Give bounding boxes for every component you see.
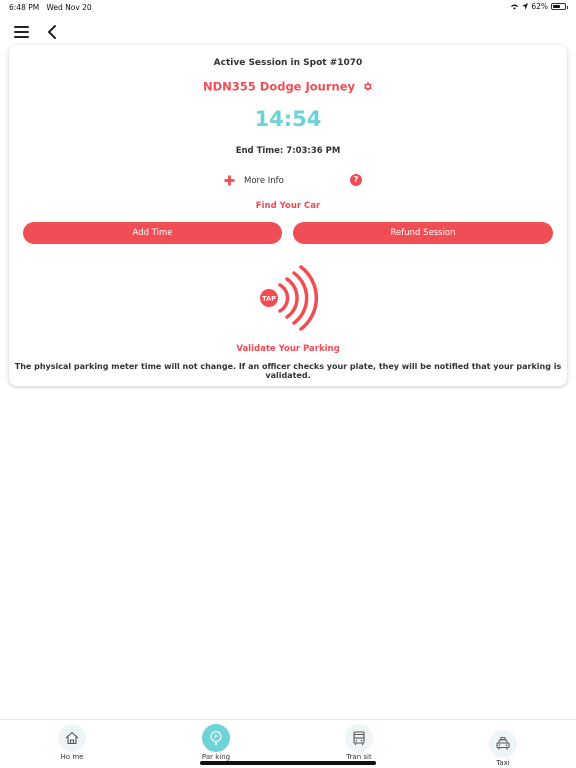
chevron-left-icon[interactable]: [46, 23, 58, 41]
tab-parking-label: Par king: [201, 753, 231, 761]
plus-icon[interactable]: [224, 175, 235, 186]
tab-taxi[interactable]: Taxi: [486, 730, 520, 768]
tab-transit-label: Tran sit: [346, 753, 372, 761]
active-session-card: Active Session in Spot #1070 NDN355 Dodg…: [9, 45, 567, 386]
status-clock: 6:48 PM: [9, 3, 40, 12]
battery-icon: [551, 3, 568, 10]
end-time-value: 7:03:36 PM: [286, 146, 341, 156]
wifi-icon: [511, 4, 519, 10]
vehicle-row: NDN355 Dodge Journey: [9, 79, 567, 94]
more-info-row[interactable]: More Info ?: [9, 174, 567, 188]
battery-percent: 62%: [531, 2, 548, 11]
refund-session-button[interactable]: Refund Session: [293, 222, 553, 244]
status-indicators: 62%: [510, 2, 568, 11]
home-indicator[interactable]: [200, 761, 376, 765]
bus-icon: [345, 724, 373, 752]
session-timer: 14:54: [254, 107, 322, 131]
home-icon: [58, 724, 86, 752]
validate-note: The physical parking meter time will not…: [14, 362, 562, 380]
tab-taxi-label: Taxi: [496, 759, 510, 767]
help-icon[interactable]: ?: [350, 174, 362, 186]
validate-parking-link[interactable]: Validate Your Parking: [9, 344, 567, 354]
taxi-icon: [489, 730, 517, 758]
vehicle-name: NDN355 Dodge Journey: [202, 79, 356, 94]
tap-to-validate-icon[interactable]: TAP: [258, 263, 319, 333]
find-your-car-link[interactable]: Find Your Car: [9, 201, 567, 211]
session-title: Active Session in Spot #1070: [213, 58, 363, 68]
add-time-button[interactable]: Add Time: [23, 222, 282, 244]
end-time: End Time: 7:03:36 PM: [9, 146, 567, 156]
gear-icon[interactable]: [362, 81, 373, 92]
parking-meter-icon: P: [202, 724, 230, 752]
status-time: 6:48 PM Wed Nov 20: [9, 3, 92, 12]
status-bar: 6:48 PM Wed Nov 20 62%: [0, 0, 576, 16]
hamburger-menu-icon[interactable]: [14, 25, 30, 39]
status-date: Wed Nov 20: [46, 3, 92, 12]
more-info-label[interactable]: More Info: [244, 176, 284, 186]
location-icon: [522, 3, 529, 10]
tab-home-label: Ho me: [60, 753, 84, 761]
tab-home[interactable]: Ho me: [55, 724, 89, 768]
battery-fill: [553, 5, 560, 8]
end-time-label: End Time:: [235, 146, 287, 156]
tap-label: TAP: [262, 295, 276, 303]
svg-text:P: P: [214, 733, 218, 741]
